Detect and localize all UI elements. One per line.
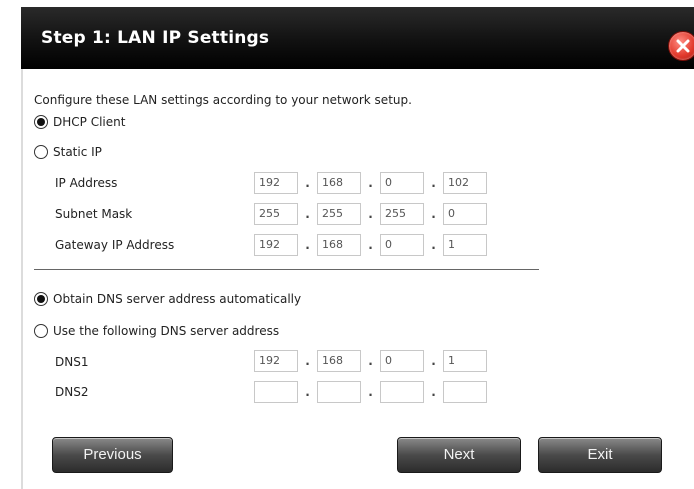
ip-separator: . bbox=[305, 207, 310, 221]
ip-address-label: IP Address bbox=[55, 176, 118, 190]
dns2-field: . . . bbox=[254, 381, 487, 403]
ip-separator: . bbox=[431, 176, 436, 190]
dns1-octet-4[interactable]: 1 bbox=[443, 350, 487, 372]
close-icon bbox=[676, 39, 690, 53]
exit-button[interactable]: Exit bbox=[538, 437, 662, 473]
ip-separator: . bbox=[305, 176, 310, 190]
previous-button[interactable]: Previous bbox=[52, 437, 173, 473]
dns1-octet-2[interactable]: 168 bbox=[317, 350, 361, 372]
ip-separator: . bbox=[305, 385, 310, 399]
ip-separator: . bbox=[368, 238, 373, 252]
dns1-field: 192 . 168 . 0 . 1 bbox=[254, 350, 487, 372]
dhcp-client-radio[interactable] bbox=[34, 115, 48, 129]
dns-auto-label: Obtain DNS server address automatically bbox=[53, 292, 302, 306]
dialog-title: Step 1: LAN IP Settings bbox=[41, 28, 270, 48]
dns2-octet-1[interactable] bbox=[254, 381, 298, 403]
ip-octet-2[interactable]: 168 bbox=[317, 172, 361, 194]
close-button[interactable] bbox=[668, 31, 694, 61]
next-button[interactable]: Next bbox=[397, 437, 521, 473]
ip-separator: . bbox=[431, 238, 436, 252]
ip-octet-1[interactable]: 192 bbox=[254, 172, 298, 194]
dns-manual-label: Use the following DNS server address bbox=[53, 324, 280, 338]
dns2-label: DNS2 bbox=[55, 385, 89, 399]
dns2-octet-3[interactable] bbox=[380, 381, 424, 403]
dns1-label: DNS1 bbox=[55, 355, 89, 369]
ip-separator: . bbox=[431, 207, 436, 221]
gateway-ip-label: Gateway IP Address bbox=[55, 238, 175, 252]
ip-separator: . bbox=[368, 354, 373, 368]
gateway-ip-field: 192 . 168 . 0 . 1 bbox=[254, 234, 487, 256]
dhcp-client-label: DHCP Client bbox=[53, 115, 126, 129]
dialog-titlebar: Step 1: LAN IP Settings bbox=[21, 7, 694, 69]
section-divider bbox=[34, 269, 539, 270]
dns-auto-option[interactable]: Obtain DNS server address automatically bbox=[34, 292, 301, 306]
ip-octet-3[interactable]: 0 bbox=[380, 172, 424, 194]
dns-manual-option[interactable]: Use the following DNS server address bbox=[34, 324, 279, 338]
dns-manual-radio[interactable] bbox=[34, 324, 48, 338]
gateway-octet-3[interactable]: 0 bbox=[380, 234, 424, 256]
dhcp-client-option[interactable]: DHCP Client bbox=[34, 115, 125, 129]
subnet-octet-1[interactable]: 255 bbox=[254, 203, 298, 225]
subnet-octet-4[interactable]: 0 bbox=[443, 203, 487, 225]
gateway-octet-1[interactable]: 192 bbox=[254, 234, 298, 256]
subnet-octet-3[interactable]: 255 bbox=[380, 203, 424, 225]
ip-separator: . bbox=[431, 354, 436, 368]
dns1-octet-3[interactable]: 0 bbox=[380, 350, 424, 372]
ip-address-field: 192 . 168 . 0 . 102 bbox=[254, 172, 487, 194]
dns1-octet-1[interactable]: 192 bbox=[254, 350, 298, 372]
ip-separator: . bbox=[305, 354, 310, 368]
dialog-left-border bbox=[21, 69, 23, 489]
subnet-mask-label: Subnet Mask bbox=[55, 207, 133, 221]
ip-separator: . bbox=[368, 207, 373, 221]
intro-text: Configure these LAN settings according t… bbox=[34, 93, 412, 107]
gateway-octet-2[interactable]: 168 bbox=[317, 234, 361, 256]
ip-separator: . bbox=[431, 385, 436, 399]
subnet-octet-2[interactable]: 255 bbox=[317, 203, 361, 225]
subnet-mask-field: 255 . 255 . 255 . 0 bbox=[254, 203, 487, 225]
static-ip-label: Static IP bbox=[53, 145, 102, 159]
gateway-octet-4[interactable]: 1 bbox=[443, 234, 487, 256]
ip-octet-4[interactable]: 102 bbox=[443, 172, 487, 194]
ip-separator: . bbox=[368, 385, 373, 399]
static-ip-option[interactable]: Static IP bbox=[34, 145, 102, 159]
lan-ip-settings-dialog: Step 1: LAN IP Settings Configure these … bbox=[0, 0, 694, 489]
ip-separator: . bbox=[368, 176, 373, 190]
dns2-octet-4[interactable] bbox=[443, 381, 487, 403]
dns2-octet-2[interactable] bbox=[317, 381, 361, 403]
ip-separator: . bbox=[305, 238, 310, 252]
dns-auto-radio[interactable] bbox=[34, 292, 48, 306]
static-ip-radio[interactable] bbox=[34, 145, 48, 159]
